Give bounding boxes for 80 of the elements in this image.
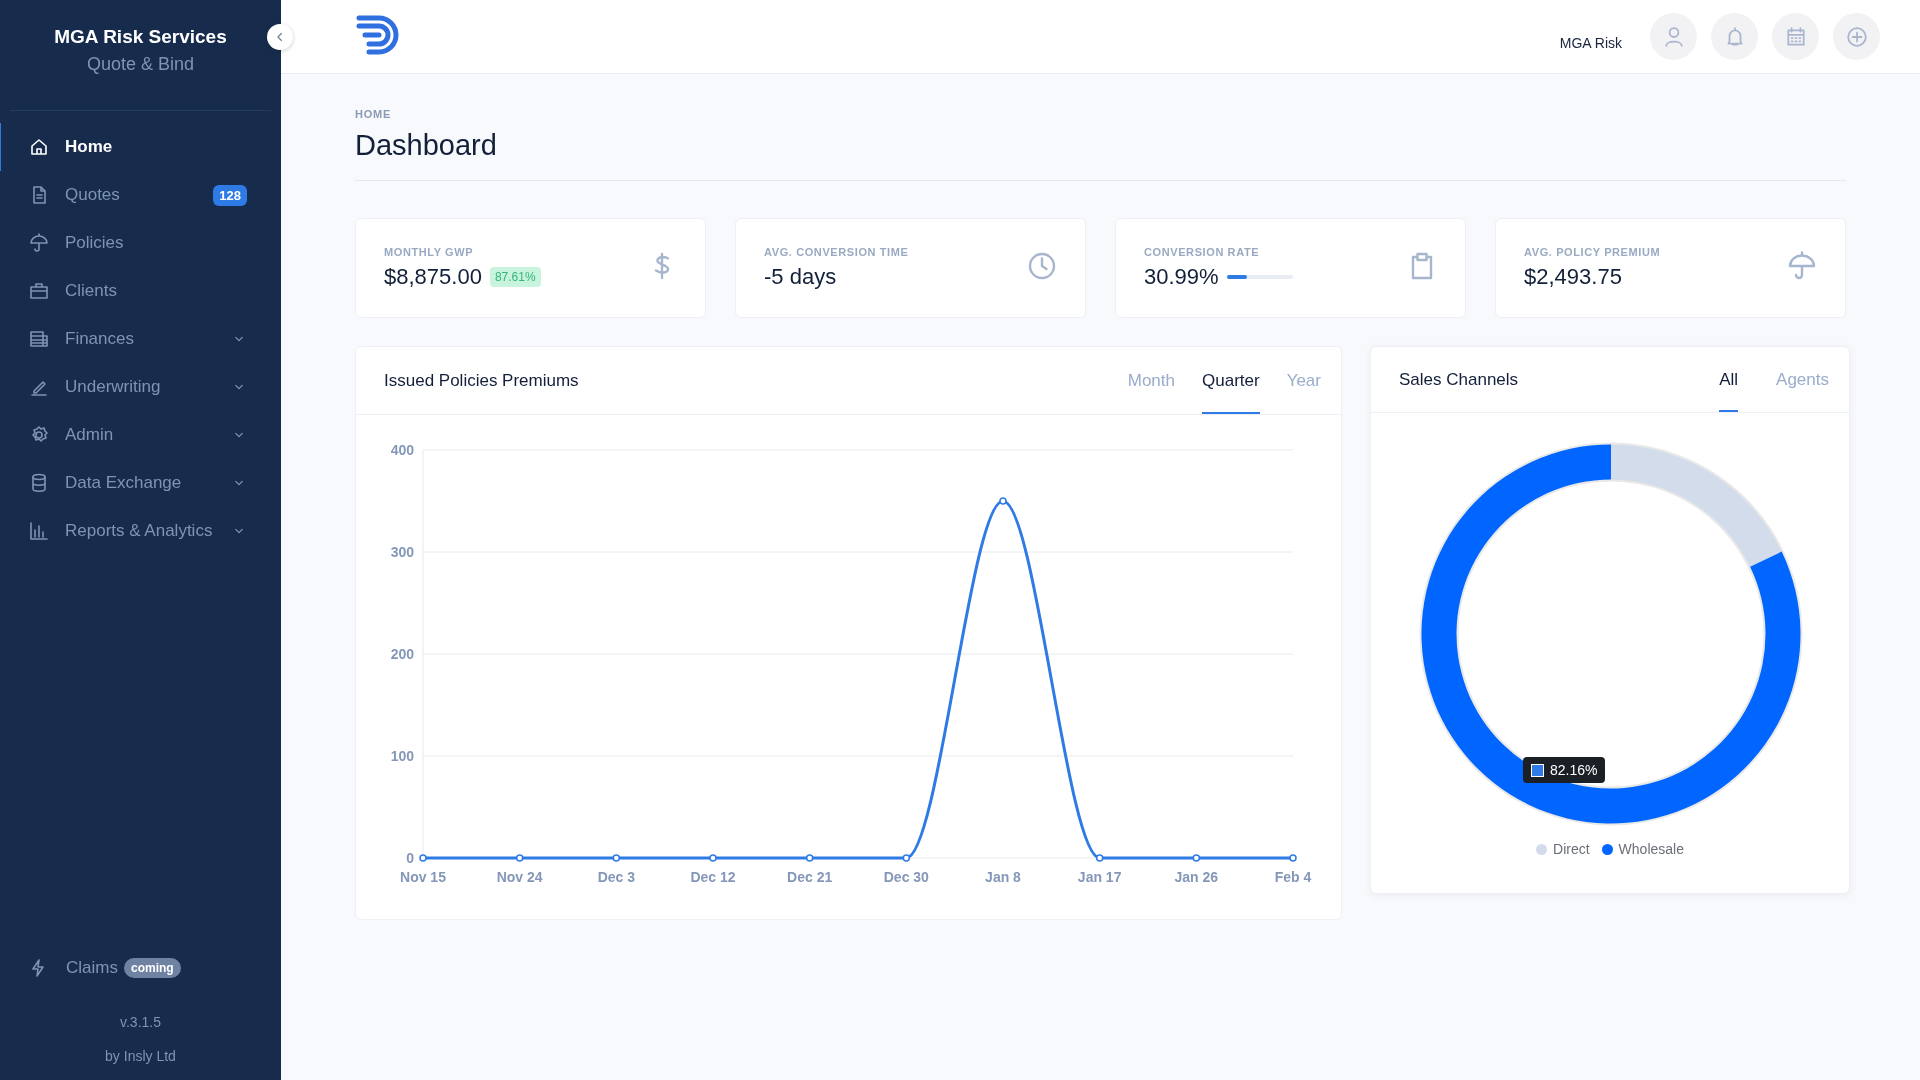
data-point	[1095, 854, 1104, 862]
period-tab[interactable]: Quarter	[1202, 347, 1260, 414]
x-axis-label: Dec 30	[883, 869, 929, 885]
data-point	[902, 854, 911, 862]
bar-chart-icon	[29, 521, 49, 541]
data-point	[419, 854, 427, 862]
sidebar-item[interactable]: Policies	[0, 219, 281, 267]
stat-label: MONTHLY GWP	[384, 246, 475, 258]
user-icon	[1662, 25, 1685, 48]
data-point	[999, 497, 1007, 505]
stat-label: AVG. POLICY PREMIUM	[1524, 246, 1662, 258]
x-axis-label: Nov 24	[496, 869, 543, 885]
data-point	[612, 854, 621, 862]
x-axis-label: Dec 21	[787, 869, 833, 885]
home-icon	[29, 137, 49, 157]
legend-label: Direct	[1553, 841, 1590, 857]
breadcrumb[interactable]: HOME	[355, 108, 1846, 120]
data-point	[1289, 854, 1297, 862]
app-title: MGA Risk Services	[53, 26, 228, 48]
stat-value: $2,493.75	[1524, 264, 1622, 290]
stat-value: -5 days	[764, 264, 837, 290]
data-point	[805, 854, 814, 862]
y-axis-label: 0	[406, 850, 414, 866]
x-axis-label: Jan 26	[1174, 869, 1219, 885]
x-axis-label: Nov 15	[400, 869, 446, 885]
clock-icon	[1027, 251, 1057, 281]
header-button[interactable]	[1711, 13, 1758, 60]
sidebar-item[interactable]: Claims coming	[0, 958, 281, 978]
x-axis-label: Feb 4	[1274, 869, 1312, 885]
header-button[interactable]	[1833, 13, 1880, 60]
data-point	[1192, 854, 1201, 862]
briefcase-icon	[29, 281, 49, 301]
legend-label: Wholesale	[1618, 841, 1684, 857]
gear-icon	[29, 425, 49, 445]
chart-title: Sales Channels	[1399, 369, 1520, 390]
sidebar-item[interactable]: Reports & Analytics	[0, 507, 281, 555]
header-button[interactable]	[1650, 13, 1697, 60]
x-axis-label: Dec 12	[690, 869, 736, 885]
chart-tooltip: 82.16%	[1523, 757, 1606, 783]
sidebar-item[interactable]: Quotes 128	[0, 171, 281, 219]
percent-badge: 87.61%	[489, 267, 541, 287]
x-axis-label: Jan 8	[985, 869, 1021, 885]
credit-text: by Insly Ltd	[104, 1048, 177, 1064]
collapse-button[interactable]	[267, 24, 293, 50]
coming-soon-tag: coming	[123, 958, 181, 978]
stat-label: AVG. CONVERSION TIME	[764, 246, 910, 258]
y-axis-label: 100	[390, 748, 414, 764]
sidebar-item[interactable]: Underwriting	[0, 363, 281, 411]
count-badge: 128	[213, 184, 247, 206]
data-point	[709, 854, 717, 862]
calendar-icon	[1784, 25, 1807, 48]
x-axis-label: Dec 3	[597, 869, 635, 885]
sidebar-item[interactable]: Admin	[0, 411, 281, 459]
umbrella-icon	[1787, 251, 1817, 281]
data-point	[515, 854, 524, 862]
y-axis-label: 300	[390, 544, 414, 560]
page-title: Dashboard	[355, 129, 1846, 181]
stat-value: 30.99%	[1144, 264, 1219, 290]
app-subtitle: Quote & Bind	[85, 54, 196, 75]
umbrella-icon	[29, 233, 49, 253]
version-text: v.3.1.5	[119, 1014, 162, 1030]
plus-circle-icon	[1845, 25, 1868, 48]
period-tab[interactable]: Agents	[1776, 347, 1829, 412]
x-axis-label: Jan 17	[1077, 869, 1122, 885]
sidebar-item[interactable]: Finances	[0, 315, 281, 363]
stat-value: $8,875.00	[384, 264, 482, 290]
period-tab[interactable]: All	[1719, 347, 1739, 412]
sidebar-item[interactable]: Home	[0, 123, 281, 171]
y-axis-label: 400	[390, 442, 414, 458]
user-name: MGA Risk	[1559, 34, 1622, 51]
sidebar-item[interactable]: Data Exchange	[0, 459, 281, 507]
stat-label: CONVERSION RATE	[1144, 246, 1261, 258]
database-icon	[29, 473, 49, 493]
period-tab[interactable]: Year	[1286, 347, 1321, 414]
period-tab[interactable]: Month	[1127, 347, 1175, 414]
ledger-icon	[29, 329, 49, 349]
y-axis-label: 200	[390, 646, 414, 662]
chart-title: Issued Policies Premiums	[384, 370, 580, 391]
sidebar-item[interactable]: Clients	[0, 267, 281, 315]
header-button[interactable]	[1772, 13, 1819, 60]
